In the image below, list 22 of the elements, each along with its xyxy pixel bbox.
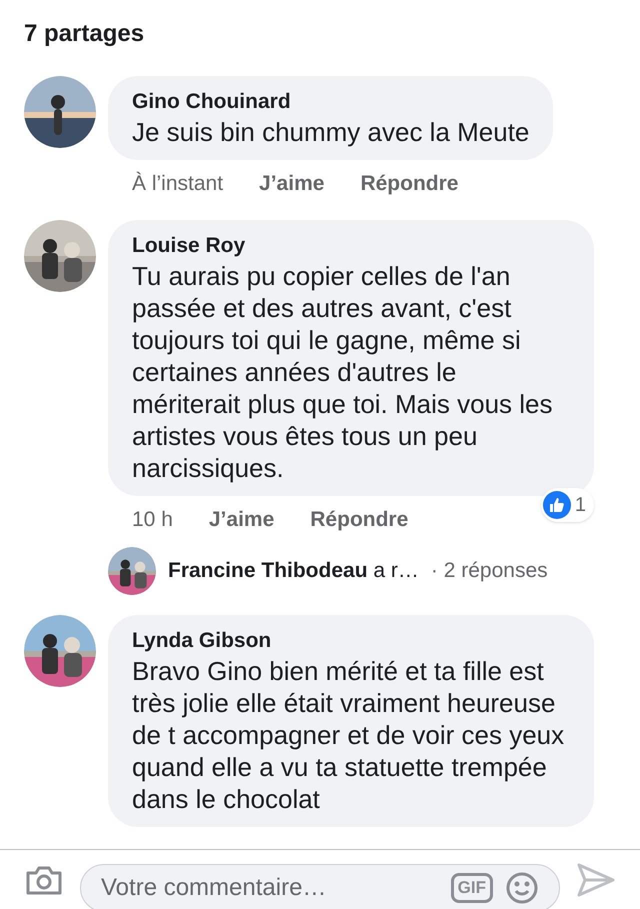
reply-summary[interactable]: Francine Thibodeau a r… xyxy=(168,555,419,587)
send-icon[interactable] xyxy=(576,862,616,898)
reply-link[interactable]: Répondre xyxy=(310,504,408,535)
comment-text: Tu aurais pu copier celles de l'an passée et des autres avant, c'est toujours toi qui le gagne, même si certaines années d'autres le mériterait plus que toi. Mais vous les artistes vous êtes tous un peu narcissiques. xyxy=(132,260,554,484)
emoji-icon[interactable] xyxy=(505,870,539,904)
comment-text: Bravo Gino bien mérité et ta fille est très jolie elle était vraiment heureuse de t accompagner et de voir ces yeux quand elle a vu ta statuette trempée dans le chocolat xyxy=(132,655,566,815)
reply-link[interactable]: Répondre xyxy=(360,168,458,200)
like-link[interactable]: J’aime xyxy=(208,504,274,535)
reaction-badge[interactable]: 1 xyxy=(540,488,594,522)
like-link[interactable]: J’aime xyxy=(259,168,324,200)
comment-text: Je suis bin chummy avec la Meute xyxy=(132,116,530,148)
author-name[interactable]: Louise Roy xyxy=(132,232,570,260)
thumbs-up-icon xyxy=(542,490,571,518)
shares-count: 7 partages xyxy=(24,19,146,49)
reply-count[interactable]: · 2 réponses xyxy=(430,555,548,587)
comment-field[interactable]: Votre commentaire… GIF xyxy=(80,864,560,909)
gif-button[interactable]: GIF xyxy=(450,872,493,902)
author-name[interactable]: Lynda Gibson xyxy=(132,627,570,655)
timestamp: 10 h xyxy=(132,506,173,532)
author-name[interactable]: Gino Chouinard xyxy=(132,88,530,116)
timestamp: À l’instant xyxy=(132,170,224,197)
reaction-count: 1 xyxy=(574,492,586,518)
